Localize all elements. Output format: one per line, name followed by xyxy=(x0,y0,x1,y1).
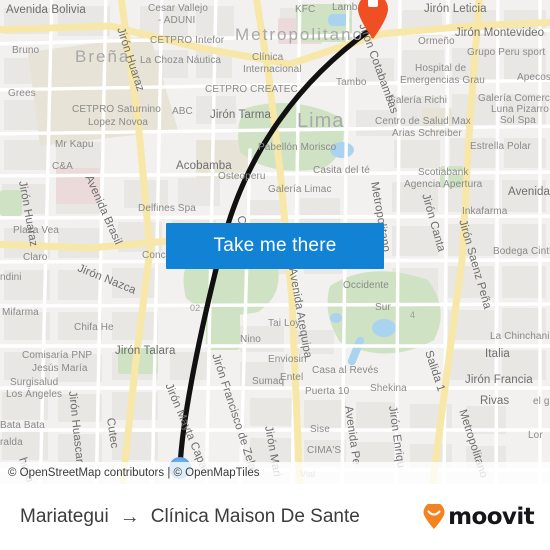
moovit-route-screen: Avenida Bolivia Cesar Vallejo - ADUNI KFC La… xyxy=(0,0,550,550)
footer-bar: Mariategui → Clínica Maison De Sante moo… xyxy=(0,484,550,550)
map-attribution[interactable]: © OpenStreetMap contributors | © OpenMap… xyxy=(0,462,550,484)
arrow-right-icon: → xyxy=(119,506,140,528)
map-canvas[interactable]: Avenida Bolivia Cesar Vallejo - ADUNI KFC La… xyxy=(0,0,550,484)
route-origin-label: Mariategui xyxy=(20,506,109,527)
destination-pin[interactable] xyxy=(356,0,390,40)
route-summary: Mariategui → Clínica Maison De Sante xyxy=(20,484,360,550)
moovit-pin-smile-icon xyxy=(423,504,445,529)
destination-pin-icon xyxy=(358,0,388,39)
route-destination-label: Clínica Maison De Sante xyxy=(150,506,360,527)
take-me-there-button[interactable]: Take me there xyxy=(166,223,384,269)
moovit-logo[interactable]: moovit xyxy=(422,484,535,550)
moovit-wordmark: moovit xyxy=(448,504,534,530)
